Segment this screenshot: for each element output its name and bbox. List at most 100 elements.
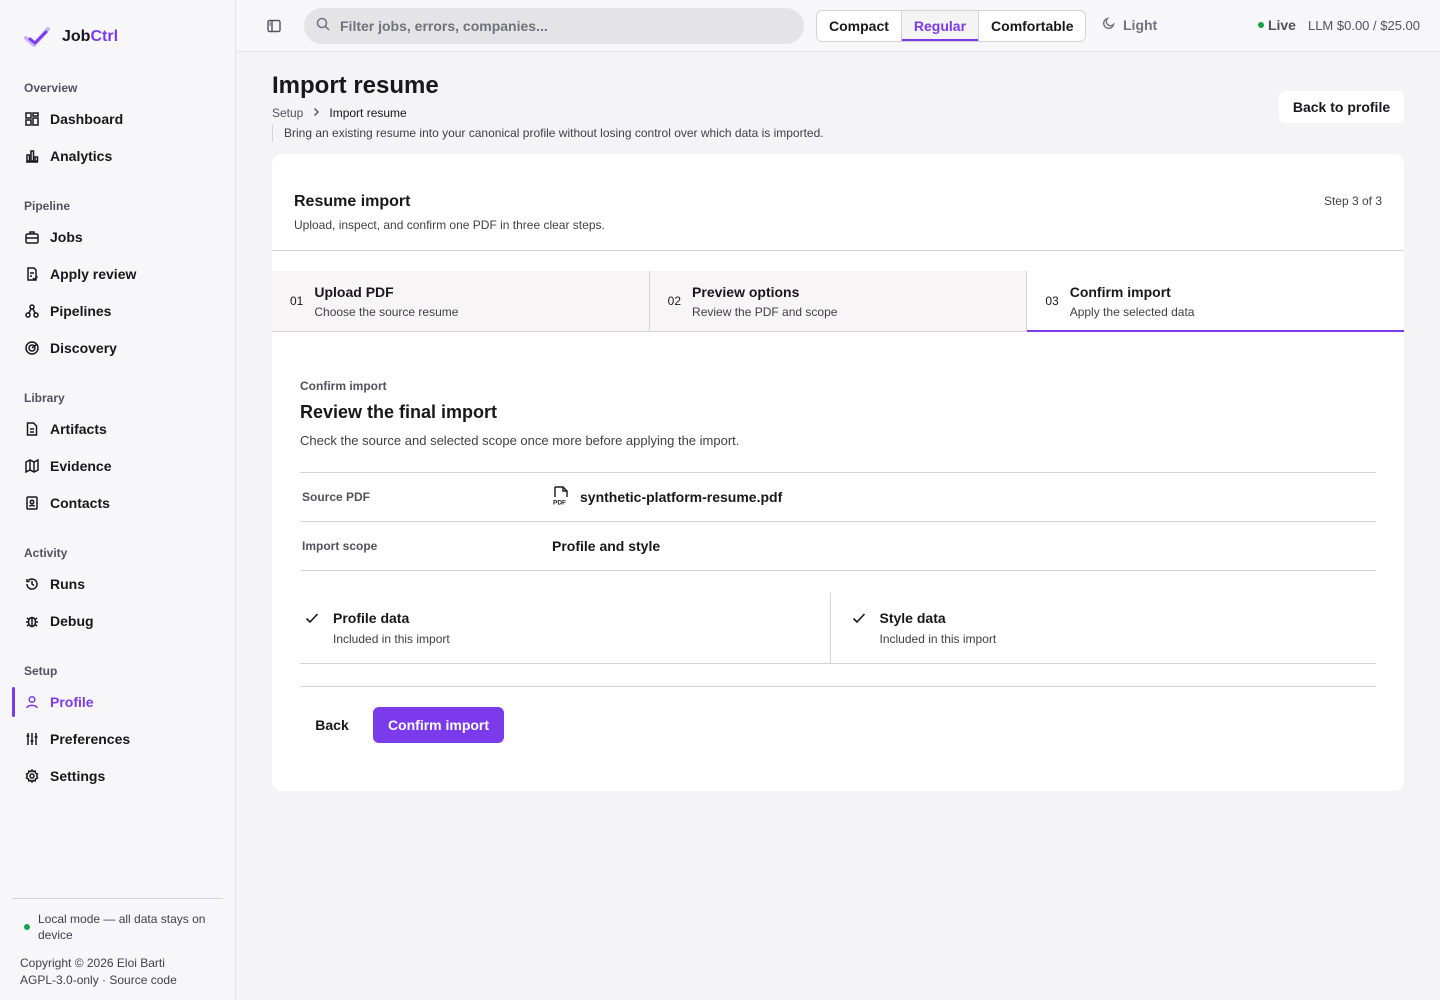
clipboard-check-icon [24,266,40,282]
sidebar-item-settings[interactable]: Settings [24,763,224,789]
include-desc: Included in this import [879,632,997,646]
actions-divider [300,686,1376,687]
sidebar-item-label: Analytics [50,148,113,164]
step-number: 03 [1045,294,1059,308]
breadcrumb: Setup Import resume [272,106,407,120]
contact-book-icon [24,495,40,511]
briefcase-icon [24,229,40,245]
step-preview-options[interactable]: 02 Preview options Review the PDF and sco… [649,271,1028,331]
bug-icon [24,613,40,629]
topbar: Compact Regular Comfortable Light Live L… [236,0,1440,52]
step-confirm-import[interactable]: 03 Confirm import Apply the selected data [1027,271,1405,332]
user-icon [24,694,40,710]
back-button[interactable]: Back [302,707,362,743]
step-title: Preview options [692,283,800,300]
density-regular-button[interactable]: Regular [901,11,980,41]
search-input[interactable] [340,18,780,34]
sidebar-item-label: Debug [50,613,94,629]
live-label: Live [1267,17,1296,33]
nav-section-pipeline: Pipeline [24,199,71,213]
search-bar [304,8,804,44]
sidebar-item-label: Pipelines [50,303,112,319]
sidebar-toggle-icon[interactable] [266,18,282,34]
copyright-text: Copyright © 2026 Eloi Barti [20,956,165,970]
sidebar-item-profile[interactable]: Profile [12,687,224,717]
theme-toggle[interactable]: Light [1102,16,1157,33]
llm-cost: LLM $0.00 / $25.00 [1307,17,1420,33]
included-data: Profile data Included in this import Styl… [300,593,1376,664]
density-toggle: Compact Regular Comfortable [816,10,1087,42]
sidebar-item-label: Jobs [50,229,83,245]
sidebar-item-label: Apply review [50,266,137,282]
radar-icon [24,340,40,356]
sidebar-item-label: Preferences [50,731,131,747]
card-title: Resume import [294,193,411,210]
footer: Copyright © 2026 Eloi Barti AGPL-3.0-onl… [20,955,177,989]
import-summary: Source PDF PDF synthetic-platform-resume… [300,472,1376,571]
scope-label: Import scope [302,539,378,553]
sidebar-item-label: Discovery [50,340,117,356]
section-eyebrow: Confirm import [300,379,387,393]
dashboard-icon [24,111,40,127]
section-description: Check the source and selected scope once… [300,433,740,448]
step-title: Upload PDF [314,283,394,300]
card-divider [272,250,1404,251]
sidebar-item-runs[interactable]: Runs [24,571,224,597]
source-value: PDF synthetic-platform-resume.pdf [552,485,782,509]
breadcrumb-setup[interactable]: Setup [272,106,303,120]
status-area: Live LLM $0.00 / $25.00 [1257,17,1420,33]
history-icon [24,576,40,592]
density-compact-button[interactable]: Compact [817,11,902,41]
moon-icon [1102,16,1116,33]
source-label: Source PDF [302,490,371,504]
theme-label: Light [1123,16,1158,33]
local-mode-status: Local mode — all data stays on device [24,911,214,943]
local-mode-text: Local mode — all data stays on device [38,912,206,942]
page-description: Bring an existing resume into your canon… [272,125,824,142]
include-title: Profile data [333,610,410,626]
sidebar-item-jobs[interactable]: Jobs [24,224,224,250]
sidebar-item-label: Settings [50,768,106,784]
chevron-right-icon [311,106,321,120]
confirm-import-button[interactable]: Confirm import [373,707,504,743]
sidebar-item-label: Profile [50,694,94,710]
logo-icon [24,27,50,47]
sidebar-item-debug[interactable]: Debug [24,608,224,634]
status-dot-icon [24,924,30,930]
stepper: 01 Upload PDF Choose the source resume 02… [272,271,1405,332]
sidebar-item-label: Dashboard [50,111,124,127]
step-title: Confirm import [1069,283,1171,300]
bar-chart-icon [24,148,40,164]
sidebar-item-label: Contacts [50,495,110,511]
sidebar-item-apply-review[interactable]: Apply review [24,261,224,287]
resume-import-card: Resume import Upload, inspect, and confi… [272,154,1405,791]
step-upload-pdf[interactable]: 01 Upload PDF Choose the source resume [272,271,650,331]
nav-section-library: Library [24,391,65,405]
live-dot-icon [1257,22,1264,28]
gear-icon [24,768,40,784]
svg-text:PDF: PDF [553,499,566,506]
sidebar-item-artifacts[interactable]: Artifacts [24,416,224,442]
sidebar-item-dashboard[interactable]: Dashboard [24,106,224,132]
sidebar-item-pipelines[interactable]: Pipelines [24,298,224,324]
density-comfortable-button[interactable]: Comfortable [979,11,1085,41]
step-number: 01 [290,294,304,308]
pdf-file-icon: PDF [552,485,570,509]
license-link[interactable]: AGPL-3.0-only · Source code [20,972,177,989]
card-subtitle: Upload, inspect, and confirm one PDF in … [294,218,605,232]
sliders-icon [24,731,40,747]
file-text-icon [24,421,40,437]
include-desc: Included in this import [333,632,450,646]
app-logo[interactable]: JobCtrl [24,26,118,48]
nav-section-overview: Overview [24,81,78,95]
sidebar-item-evidence[interactable]: Evidence [24,453,224,479]
sidebar-divider [12,898,223,899]
sidebar-item-discovery[interactable]: Discovery [24,335,224,361]
step-desc: Choose the source resume [314,304,459,319]
sidebar-item-contacts[interactable]: Contacts [24,490,224,516]
include-style-data: Style data Included in this import [831,593,1377,663]
check-icon [304,610,320,663]
sidebar-item-analytics[interactable]: Analytics [24,143,224,169]
sidebar-item-preferences[interactable]: Preferences [24,726,224,752]
back-to-profile-button[interactable]: Back to profile [1279,91,1404,123]
